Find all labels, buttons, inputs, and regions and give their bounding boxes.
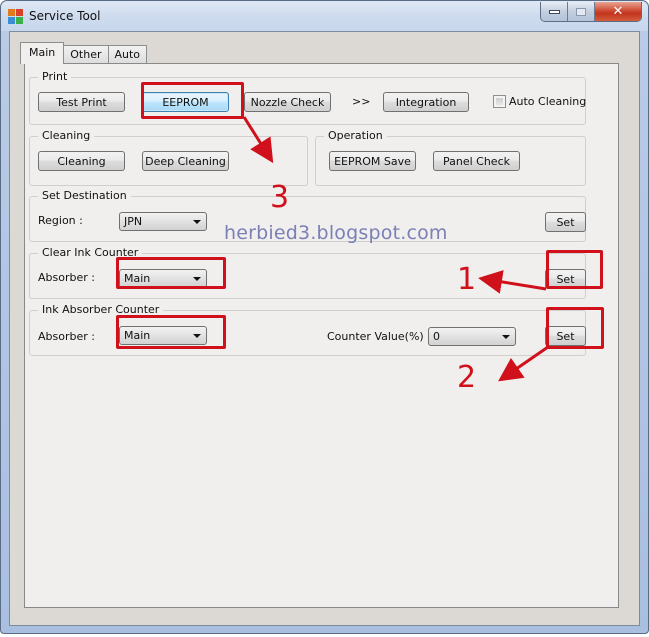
clear-ink-counter-set-button[interactable]: Set [545, 269, 586, 289]
annotation-step-1: 1 [457, 262, 477, 297]
chevron-down-icon [193, 220, 201, 224]
integration-button[interactable]: Integration [383, 92, 469, 112]
auto-cleaning-checkbox[interactable] [493, 95, 506, 108]
close-button[interactable]: ✕ [595, 2, 641, 21]
main-tab-page: Print Test Print EEPROM Nozzle Check >> … [24, 63, 619, 608]
minimize-button[interactable] [541, 2, 568, 21]
print-group-title: Print [38, 70, 72, 83]
eeprom-button[interactable]: EEPROM [142, 92, 229, 112]
app-icon [8, 9, 24, 25]
client-area: Main Other Auto Print Test Print EEPROM … [9, 31, 640, 626]
chevron-down-icon [502, 335, 510, 339]
clear-absorber-value: Main [124, 272, 151, 285]
counter-value: 0 [433, 330, 440, 343]
window-title: Service Tool [29, 9, 101, 23]
test-print-button[interactable]: Test Print [38, 92, 125, 112]
cleaning-group: Cleaning Cleaning Deep Cleaning [29, 129, 308, 186]
close-icon: ✕ [612, 4, 624, 19]
absorber-value: Main [124, 329, 151, 342]
watermark: herbied3.blogspot.com [224, 222, 448, 244]
print-group: Print Test Print EEPROM Nozzle Check >> … [29, 70, 587, 125]
ink-absorber-counter-group: Ink Absorber Counter Absorber : Main Cou… [29, 303, 586, 356]
counter-value-dropdown[interactable]: 0 [428, 327, 516, 346]
tab-other[interactable]: Other [63, 45, 109, 64]
more-indicator: >> [352, 95, 371, 108]
chevron-down-icon [193, 334, 201, 338]
service-tool-window: Service Tool ✕ Main Other Auto Print Tes… [0, 0, 649, 634]
counter-value-label: Counter Value(%) : [327, 330, 431, 343]
cleaning-button[interactable]: Cleaning [38, 151, 125, 171]
tab-main[interactable]: Main [20, 42, 65, 64]
eeprom-save-button[interactable]: EEPROM Save [329, 151, 416, 171]
region-value: JPN [124, 215, 143, 228]
operation-group: Operation EEPROM Save Panel Check [315, 129, 586, 186]
operation-group-title: Operation [324, 129, 387, 142]
set-destination-group-title: Set Destination [38, 189, 131, 202]
maximize-icon [576, 7, 586, 16]
minimize-icon [548, 9, 560, 14]
annotation-step-3: 3 [270, 180, 290, 215]
clear-ink-counter-group-title: Clear Ink Counter [38, 246, 143, 259]
ink-absorber-counter-group-title: Ink Absorber Counter [38, 303, 164, 316]
chevron-down-icon [193, 277, 201, 281]
set-destination-set-button[interactable]: Set [545, 212, 586, 232]
clear-absorber-dropdown[interactable]: Main [119, 269, 207, 288]
clear-absorber-label: Absorber : [38, 271, 95, 284]
tab-auto[interactable]: Auto [107, 45, 148, 64]
clear-ink-counter-group: Clear Ink Counter Absorber : Main Set [29, 246, 586, 299]
nozzle-check-button[interactable]: Nozzle Check [244, 92, 331, 112]
maximize-button[interactable] [568, 2, 595, 21]
region-dropdown[interactable]: JPN [119, 212, 207, 231]
absorber-label: Absorber : [38, 330, 95, 343]
panel-check-button[interactable]: Panel Check [433, 151, 520, 171]
auto-cleaning-label: Auto Cleaning [509, 95, 587, 108]
deep-cleaning-button[interactable]: Deep Cleaning [142, 151, 229, 171]
absorber-dropdown[interactable]: Main [119, 326, 207, 345]
title-bar[interactable]: Service Tool ✕ [1, 1, 648, 31]
window-controls: ✕ [540, 2, 642, 22]
annotation-step-2: 2 [457, 360, 477, 395]
region-label: Region : [38, 214, 83, 227]
ink-absorber-counter-set-button[interactable]: Set [545, 326, 586, 346]
cleaning-group-title: Cleaning [38, 129, 95, 142]
tab-strip: Main Other Auto [20, 42, 148, 64]
